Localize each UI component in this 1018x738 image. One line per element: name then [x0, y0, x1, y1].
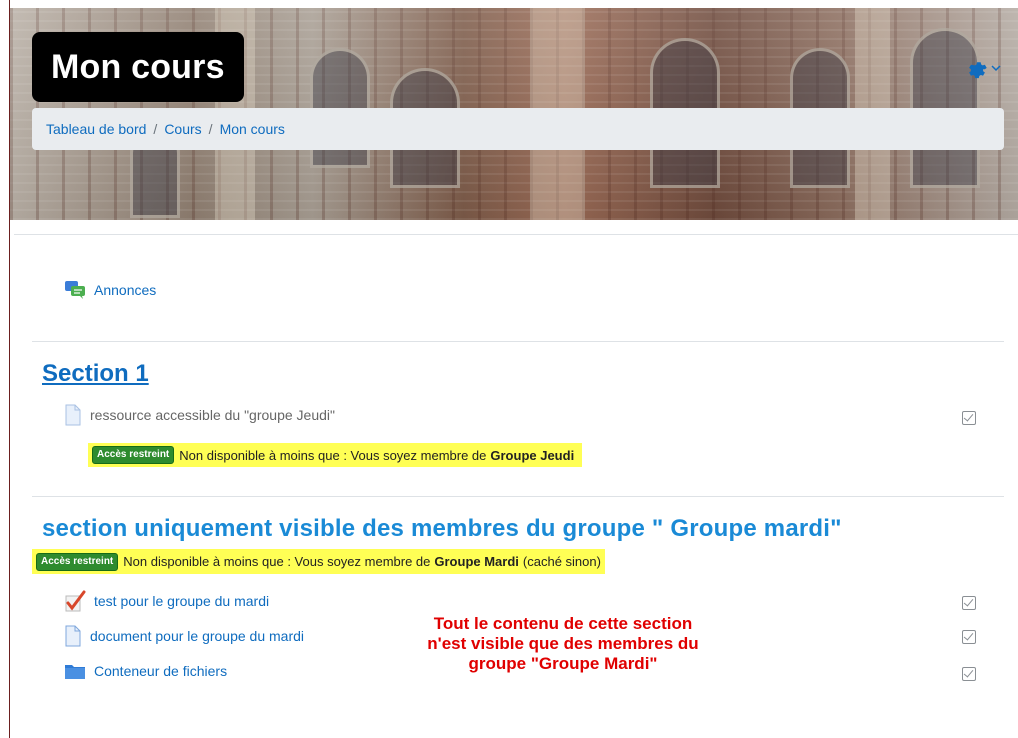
restriction-notice: Accès restreint Non disponible à moins q…	[88, 443, 583, 467]
completion-checkbox[interactable]	[962, 630, 976, 644]
restricted-access-badge: Accès restreint	[92, 446, 175, 464]
activity-label[interactable]: document pour le groupe du mardi	[90, 628, 304, 644]
completion-checkbox[interactable]	[962, 667, 976, 681]
activity-label[interactable]: test pour le groupe du mardi	[94, 593, 269, 609]
header-divider	[14, 234, 1018, 235]
restriction-group: Groupe Mardi	[434, 554, 519, 569]
activity-forum-announcements[interactable]: Annonces	[64, 280, 156, 300]
breadcrumb-dashboard[interactable]: Tableau de bord	[46, 121, 146, 137]
file-icon	[65, 404, 81, 426]
annotation-line: Tout le contenu de cette section	[433, 614, 693, 633]
breadcrumb-current-course[interactable]: Mon cours	[220, 121, 285, 137]
activity-folder[interactable]: Conteneur de fichiers	[64, 662, 227, 680]
chevron-down-icon	[991, 65, 1001, 72]
restriction-suffix: (caché sinon)	[522, 554, 601, 569]
breadcrumb: Tableau de bord / Cours / Mon cours	[32, 108, 1004, 150]
file-icon	[65, 625, 81, 647]
section-1-title[interactable]: Section 1	[42, 360, 149, 388]
activity-quiz-mardi[interactable]: test pour le groupe du mardi	[64, 590, 269, 612]
section-2-title: section uniquement visible des membres d…	[42, 515, 842, 542]
folder-icon	[65, 665, 85, 679]
breadcrumb-separator: /	[153, 121, 158, 137]
page-title: Mon cours	[51, 47, 225, 86]
activity-file-mardi[interactable]: document pour le groupe du mardi	[64, 625, 304, 647]
restriction-text: Non disponible à moins que : Vous soyez …	[123, 554, 431, 569]
course-title-box: Mon cours	[32, 32, 244, 102]
completion-checkbox[interactable]	[962, 596, 976, 610]
restriction-notice: Accès restreint Non disponible à moins q…	[32, 549, 605, 574]
restriction-text: Non disponible à moins que : Vous soyez …	[179, 447, 487, 463]
restricted-access-badge: Accès restreint	[36, 552, 119, 571]
activity-label[interactable]: Conteneur de fichiers	[94, 663, 227, 679]
gear-icon	[969, 62, 987, 79]
completion-checkbox[interactable]	[962, 411, 976, 425]
section-divider	[32, 341, 1004, 342]
activity-label[interactable]: ressource accessible du "groupe Jeudi"	[90, 407, 335, 423]
breadcrumb-separator: /	[208, 121, 213, 137]
section-divider	[32, 496, 1004, 497]
annotation-line: n'est visible que des membres du	[427, 634, 699, 653]
activity-resource-jeudi[interactable]: ressource accessible du "groupe Jeudi"	[64, 404, 335, 426]
course-settings-menu[interactable]	[966, 56, 1002, 80]
activity-label[interactable]: Annonces	[94, 282, 156, 298]
quiz-icon	[65, 590, 86, 612]
annotation-note: Tout le contenu de cette section n'est v…	[388, 614, 738, 674]
forum-icon	[65, 281, 85, 299]
annotation-line: groupe "Groupe Mardi"	[468, 654, 658, 673]
breadcrumb-courses[interactable]: Cours	[164, 121, 201, 137]
restriction-group: Groupe Jeudi	[490, 447, 575, 463]
